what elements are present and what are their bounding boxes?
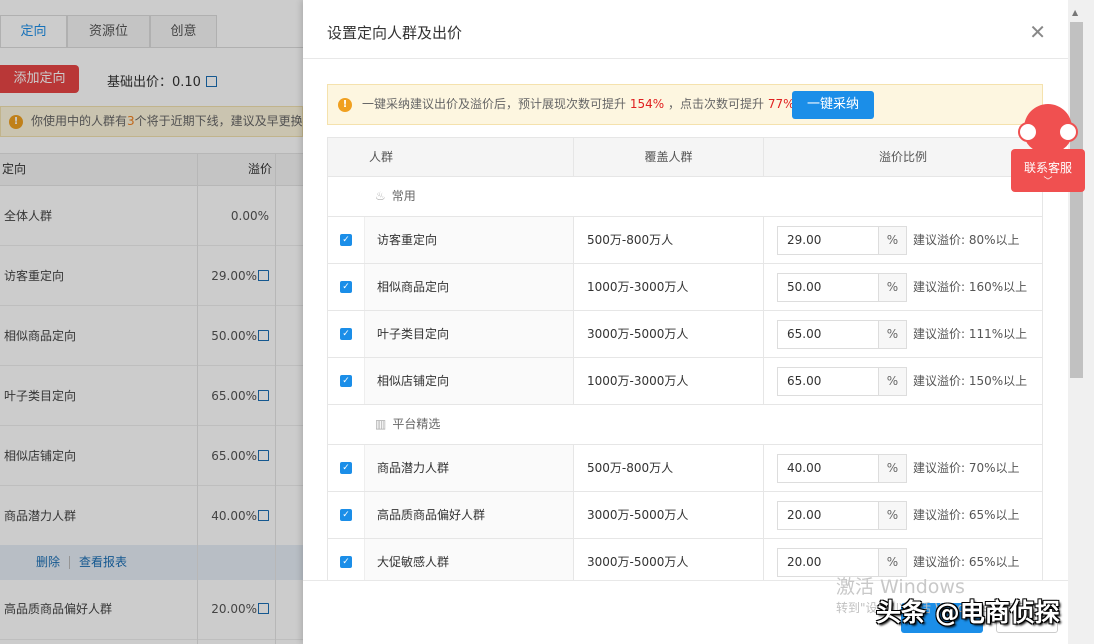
- crowd-name: 商品潜力人群: [365, 445, 574, 491]
- background-page: 定向 资源位 创意 添加定向 基础出价：0.10 ! 你使用中的人群有3个将于近…: [0, 0, 303, 644]
- premium-input[interactable]: 65.00: [777, 367, 879, 396]
- ratio-cell: 65.00%建议溢价: 111%以上: [764, 311, 1042, 357]
- crowd-name: 高品质商品偏好人群: [365, 492, 574, 538]
- crowd-row: ✓高品质商品偏好人群3000万-5000万人20.00%建议溢价: 65%以上: [328, 492, 1042, 539]
- fire-icon: ♨: [375, 189, 386, 203]
- group-label: 平台精选: [392, 417, 440, 431]
- checkbox-cell: ✓: [328, 264, 365, 310]
- close-icon[interactable]: ✕: [1029, 20, 1046, 44]
- crowd-row: ✓相似店铺定向1000万-3000万人65.00%建议溢价: 150%以上: [328, 358, 1042, 405]
- warning-icon: !: [338, 98, 352, 112]
- table-header: 人群 覆盖人群 溢价比例: [328, 138, 1042, 177]
- targeting-modal: 设置定向人群及出价 ✕ ! 一键采纳建议出价及溢价后，预计展现次数可提升 154…: [303, 0, 1068, 644]
- header-crowd: 人群: [365, 138, 574, 176]
- chevron-down-icon: ﹀: [1011, 176, 1085, 188]
- group-row: ▥ 平台精选: [328, 405, 1042, 445]
- crowd-row: ✓叶子类目定向3000万-5000万人65.00%建议溢价: 111%以上: [328, 311, 1042, 358]
- checkbox-cell: ✓: [328, 539, 365, 585]
- crowd-coverage: 500万-800万人: [574, 445, 764, 491]
- crowd-coverage: 500万-800万人: [574, 217, 764, 263]
- adopt-all-button[interactable]: 一键采纳: [792, 91, 874, 119]
- ratio-cell: 29.00%建议溢价: 80%以上: [764, 217, 1042, 263]
- premium-input[interactable]: 29.00: [777, 226, 879, 255]
- ratio-cell: 65.00%建议溢价: 150%以上: [764, 358, 1042, 404]
- notice-text-mid: ，点击次数可提升: [668, 97, 764, 111]
- crowd-row: ✓商品潜力人群500万-800万人40.00%建议溢价: 70%以上: [328, 445, 1042, 492]
- modal-overlay[interactable]: [0, 0, 303, 644]
- mascot-eye: [1058, 122, 1078, 142]
- premium-input[interactable]: 65.00: [777, 320, 879, 349]
- crowd-name: 大促敏感人群: [365, 539, 574, 585]
- suggested-premium: 建议溢价: 70%以上: [913, 445, 1020, 491]
- ratio-cell: 50.00%建议溢价: 160%以上: [764, 264, 1042, 310]
- checkbox-checked[interactable]: ✓: [340, 234, 352, 246]
- watermark: 头条 @电商侦探: [876, 593, 1060, 629]
- suggested-premium: 建议溢价: 80%以上: [913, 217, 1020, 263]
- suggested-premium: 建议溢价: 160%以上: [913, 264, 1027, 310]
- crowd-name: 相似商品定向: [365, 264, 574, 310]
- suggested-premium: 建议溢价: 65%以上: [913, 492, 1020, 538]
- suggestion-notice: ! 一键采纳建议出价及溢价后，预计展现次数可提升 154% ，点击次数可提升 7…: [327, 84, 1043, 125]
- crowd-coverage: 3000万-5000万人: [574, 492, 764, 538]
- ratio-cell: 40.00%建议溢价: 70%以上: [764, 445, 1042, 491]
- checkbox-checked[interactable]: ✓: [340, 462, 352, 474]
- modal-title: 设置定向人群及出价: [327, 22, 462, 43]
- percent-unit: %: [878, 320, 907, 349]
- customer-service-widget[interactable]: 联系客服﹀: [1011, 104, 1085, 192]
- crowd-row: ✓访客重定向500万-800万人29.00%建议溢价: 80%以上: [328, 217, 1042, 264]
- crowd-coverage: 3000万-5000万人: [574, 311, 764, 357]
- checkbox-checked[interactable]: ✓: [340, 281, 352, 293]
- ratio-cell: 20.00%建议溢价: 65%以上: [764, 492, 1042, 538]
- crowd-coverage: 1000万-3000万人: [574, 358, 764, 404]
- mascot-eye: [1018, 122, 1038, 142]
- header-coverage: 覆盖人群: [574, 138, 764, 176]
- checkbox-cell: ✓: [328, 311, 365, 357]
- crowd-row: ✓相似商品定向1000万-3000万人50.00%建议溢价: 160%以上: [328, 264, 1042, 311]
- crowd-name: 访客重定向: [365, 217, 574, 263]
- scrollbar-thumb[interactable]: [1070, 22, 1083, 378]
- checkbox-checked[interactable]: ✓: [340, 375, 352, 387]
- bar-chart-icon: ▥: [375, 417, 386, 431]
- checkbox-checked[interactable]: ✓: [340, 556, 352, 568]
- premium-input[interactable]: 20.00: [777, 501, 879, 530]
- group-label: 常用: [392, 189, 416, 203]
- header-ratio: 溢价比例: [764, 138, 1042, 176]
- percent-unit: %: [878, 367, 907, 396]
- divider: [303, 58, 1068, 59]
- notice-text: 一键采纳建议出价及溢价后，预计展现次数可提升: [362, 97, 626, 111]
- checkbox-cell: ✓: [328, 492, 365, 538]
- percent-unit: %: [878, 454, 907, 483]
- checkbox-cell: ✓: [328, 445, 365, 491]
- checkbox-checked[interactable]: ✓: [340, 509, 352, 521]
- premium-input[interactable]: 40.00: [777, 454, 879, 483]
- percent-unit: %: [878, 501, 907, 530]
- impression-lift: 154%: [630, 97, 664, 111]
- checkbox-cell: ✓: [328, 217, 365, 263]
- mascot-icon: [1024, 104, 1072, 152]
- suggested-premium: 建议溢价: 150%以上: [913, 358, 1027, 404]
- percent-unit: %: [878, 273, 907, 302]
- crowd-table: 人群 覆盖人群 溢价比例 ♨常用✓访客重定向500万-800万人29.00%建议…: [327, 137, 1043, 586]
- checkbox-checked[interactable]: ✓: [340, 328, 352, 340]
- checkbox-cell: ✓: [328, 358, 365, 404]
- crowd-name: 叶子类目定向: [365, 311, 574, 357]
- customer-service-label: 联系客服: [1024, 161, 1072, 175]
- crowd-name: 相似店铺定向: [365, 358, 574, 404]
- crowd-coverage: 3000万-5000万人: [574, 539, 764, 585]
- percent-unit: %: [878, 226, 907, 255]
- customer-service-button[interactable]: 联系客服﹀: [1011, 149, 1085, 192]
- group-row: ♨ 常用: [328, 177, 1042, 217]
- header-checkbox-col: [328, 138, 365, 176]
- scroll-up-icon[interactable]: ▲: [1072, 8, 1078, 17]
- crowd-coverage: 1000万-3000万人: [574, 264, 764, 310]
- click-lift: 77%: [768, 97, 795, 111]
- suggested-premium: 建议溢价: 111%以上: [913, 311, 1027, 357]
- premium-input[interactable]: 50.00: [777, 273, 879, 302]
